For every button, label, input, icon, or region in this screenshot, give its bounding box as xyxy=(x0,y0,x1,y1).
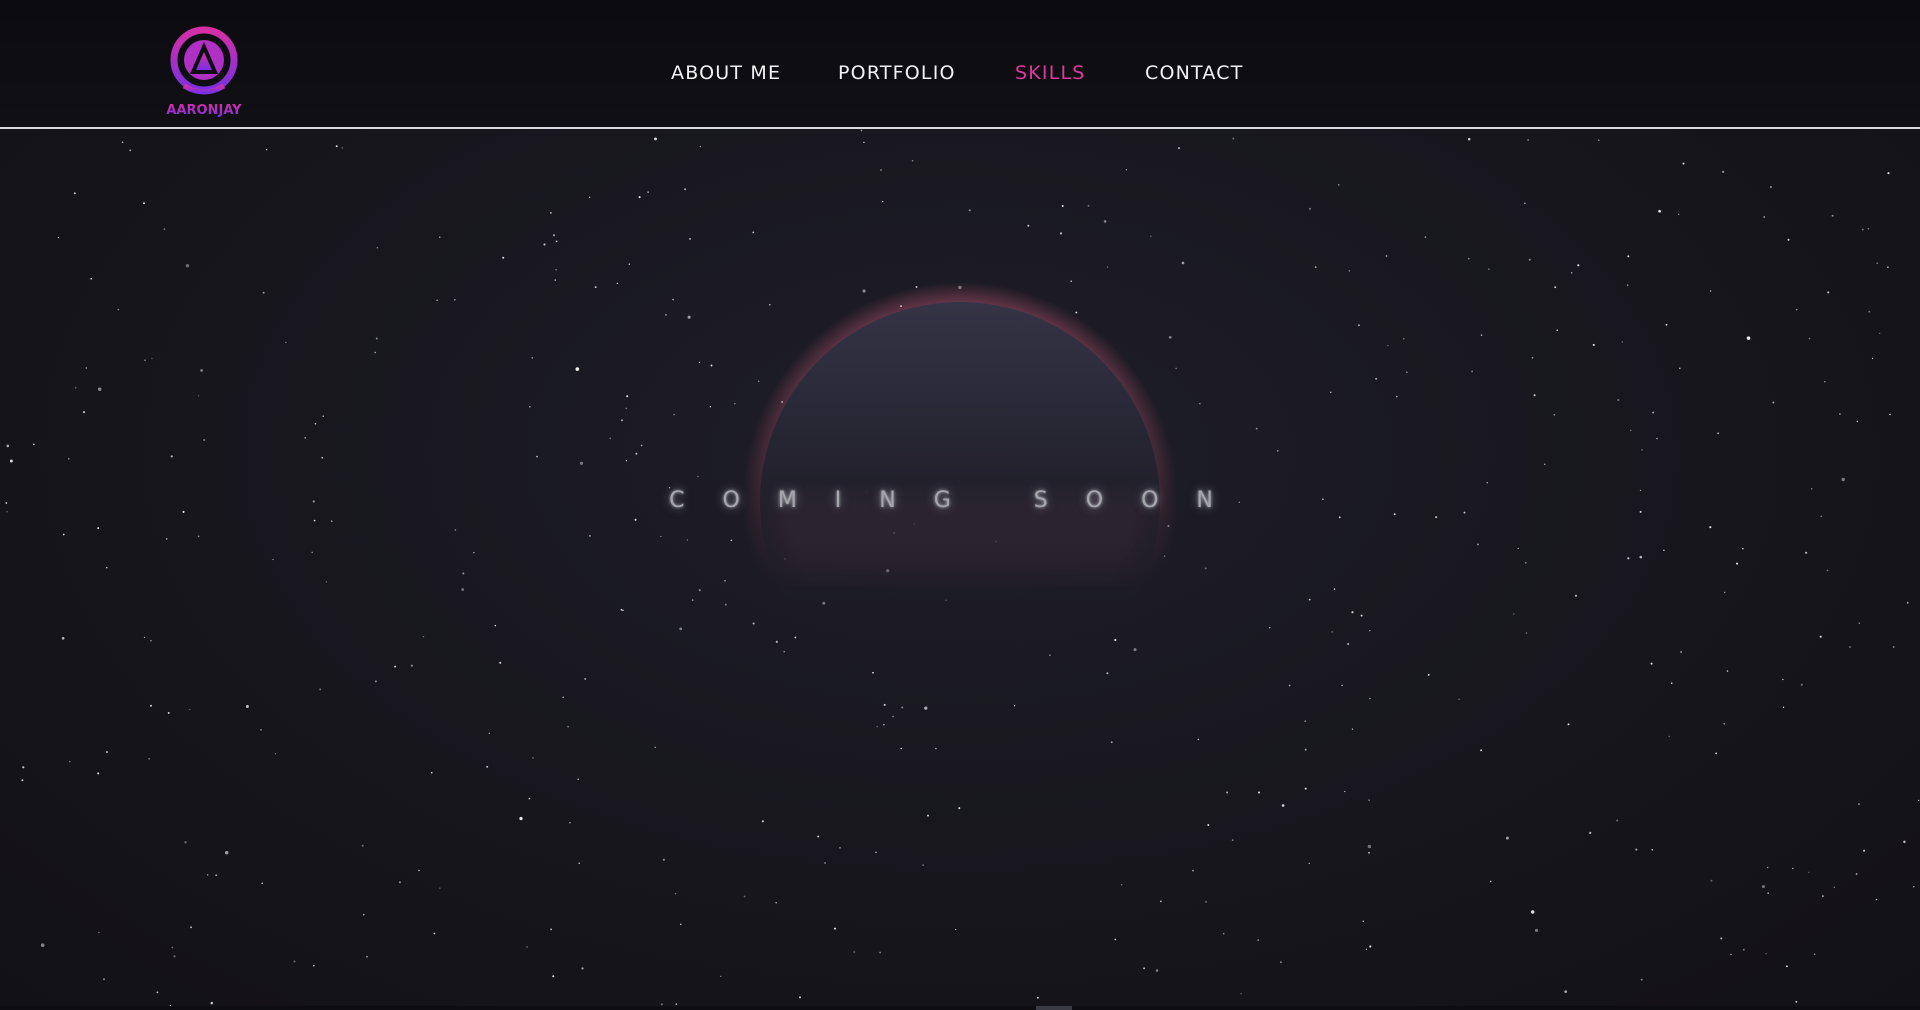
nav-contact[interactable]: CONTACT xyxy=(1145,62,1244,84)
page: AARONJAY ABOUT ME PORTFOLIO SKILLS CONTA… xyxy=(0,0,1920,1010)
nav-skills[interactable]: SKILLS xyxy=(1015,62,1086,84)
scroll-indicator-icon[interactable] xyxy=(1036,1006,1072,1010)
planet-eclipse-graphic xyxy=(742,282,1178,670)
coming-soon-headline: COMING SOON xyxy=(669,488,1251,513)
page-bottom-bar xyxy=(0,1006,1920,1010)
nav-portfolio[interactable]: PORTFOLIO xyxy=(838,62,956,84)
nav-about-me[interactable]: ABOUT ME xyxy=(671,62,781,84)
main-nav: ABOUT ME PORTFOLIO SKILLS CONTACT xyxy=(0,62,1920,88)
site-header: AARONJAY ABOUT ME PORTFOLIO SKILLS CONTA… xyxy=(0,0,1920,129)
logo-text: AARONJAY xyxy=(166,103,242,118)
